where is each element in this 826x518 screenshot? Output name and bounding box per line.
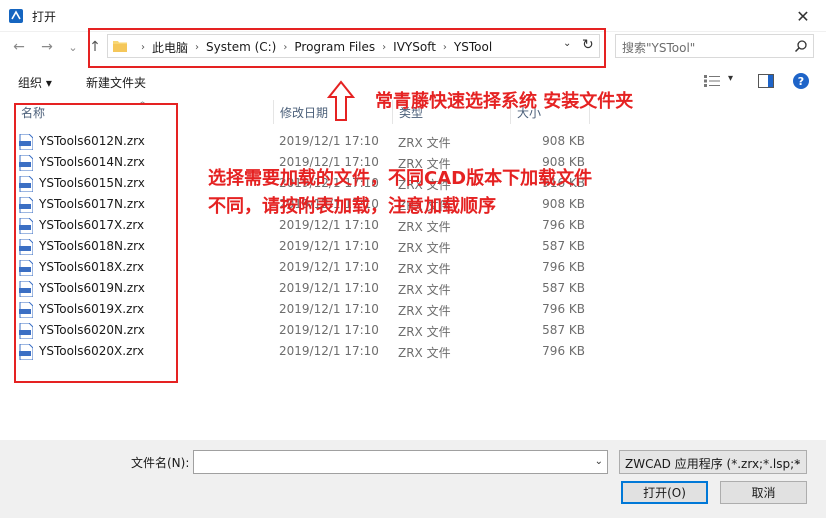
- search-placeholder: 搜索"YSTool": [622, 41, 696, 55]
- cancel-button[interactable]: 取消: [720, 481, 807, 504]
- file-size: 587 KB: [542, 323, 585, 337]
- search-input[interactable]: 搜索"YSTool": [615, 34, 814, 58]
- chevron-down-icon[interactable]: ⌄: [794, 456, 802, 467]
- file-type: ZRX 文件: [398, 220, 451, 234]
- file-size: 796 KB: [542, 260, 585, 274]
- file-date: 2019/12/1 17:10: [279, 134, 379, 148]
- files-annotation-line-1: 选择需要加载的文件，不同CAD版本下加载文件: [208, 168, 593, 189]
- file-size: 587 KB: [542, 239, 585, 253]
- organize-button[interactable]: 组织 ▾: [18, 74, 52, 91]
- path-annotation: 常青藤快速选择系统 安装文件夹: [375, 91, 634, 112]
- preview-pane-icon[interactable]: [758, 74, 774, 88]
- filename-label: 文件名(N):: [131, 456, 190, 470]
- file-type: ZRX 文件: [398, 136, 451, 150]
- bottom-panel: 文件名(N): ⌄ ZWCAD 应用程序 (*.zrx;*.lsp;* ⌄ 打开…: [0, 440, 826, 518]
- app-icon: [9, 9, 23, 23]
- file-type-filter-value: ZWCAD 应用程序 (*.zrx;*.lsp;*: [625, 457, 801, 471]
- file-type: ZRX 文件: [398, 283, 451, 297]
- open-button[interactable]: 打开(O): [621, 481, 708, 504]
- file-type: ZRX 文件: [398, 241, 451, 255]
- filename-field[interactable]: ⌄: [193, 450, 608, 474]
- view-dropdown-icon[interactable]: ▾: [728, 73, 733, 84]
- up-arrow-annotation-icon: [327, 80, 355, 121]
- files-annotation-line-2: 不同，请按附表加载，注意加载顺序: [208, 196, 496, 217]
- file-date: 2019/12/1 17:10: [279, 218, 379, 232]
- file-size: 908 KB: [542, 134, 585, 148]
- new-folder-button[interactable]: 新建文件夹: [86, 74, 146, 91]
- search-icon[interactable]: [794, 39, 808, 53]
- file-size: 587 KB: [542, 281, 585, 295]
- file-type: ZRX 文件: [398, 346, 451, 360]
- file-date: 2019/12/1 17:10: [279, 344, 379, 358]
- view-options-icon[interactable]: [704, 75, 720, 87]
- address-highlight-box: [88, 28, 606, 68]
- file-type: ZRX 文件: [398, 304, 451, 318]
- file-list-highlight-box: [14, 103, 178, 383]
- file-type: ZRX 文件: [398, 262, 451, 276]
- forward-icon[interactable]: →: [38, 38, 56, 56]
- file-size: 796 KB: [542, 302, 585, 316]
- file-size: 796 KB: [542, 218, 585, 232]
- file-date: 2019/12/1 17:10: [279, 281, 379, 295]
- close-button[interactable]: ✕: [780, 0, 826, 32]
- chevron-down-icon[interactable]: ⌄: [595, 456, 603, 467]
- file-date: 2019/12/1 17:10: [279, 323, 379, 337]
- window-title: 打开: [32, 10, 57, 24]
- file-date: 2019/12/1 17:10: [279, 260, 379, 274]
- file-type: ZRX 文件: [398, 325, 451, 339]
- file-type-filter[interactable]: ZWCAD 应用程序 (*.zrx;*.lsp;* ⌄: [619, 450, 807, 474]
- file-size: 796 KB: [542, 344, 585, 358]
- file-size: 908 KB: [542, 197, 585, 211]
- file-date: 2019/12/1 17:10: [279, 239, 379, 253]
- recent-locations-icon[interactable]: ⌄: [64, 38, 82, 56]
- help-icon[interactable]: ?: [793, 73, 809, 89]
- back-icon[interactable]: ←: [10, 38, 28, 56]
- file-date: 2019/12/1 17:10: [279, 302, 379, 316]
